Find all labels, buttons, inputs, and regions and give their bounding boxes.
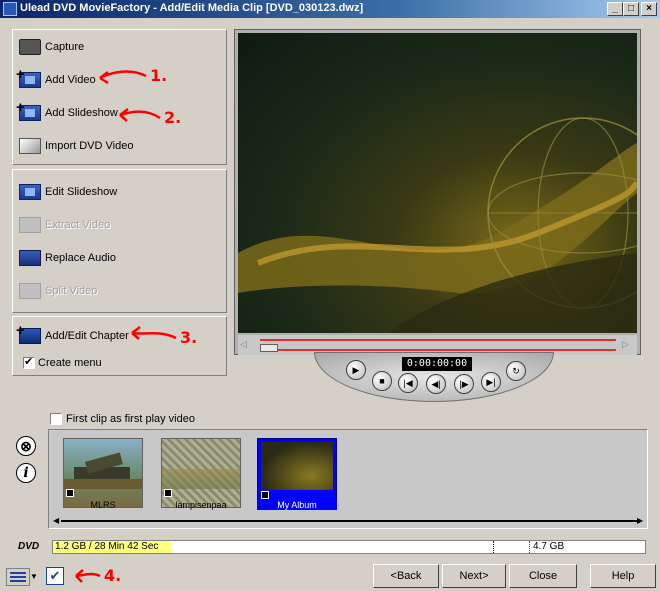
annotation-1: 1. bbox=[150, 66, 168, 85]
annotation-arrows bbox=[75, 70, 177, 583]
annotation-2: 2. bbox=[164, 108, 182, 127]
annotation-4: 4. bbox=[104, 566, 122, 585]
annotation-3: 3. bbox=[180, 328, 198, 347]
